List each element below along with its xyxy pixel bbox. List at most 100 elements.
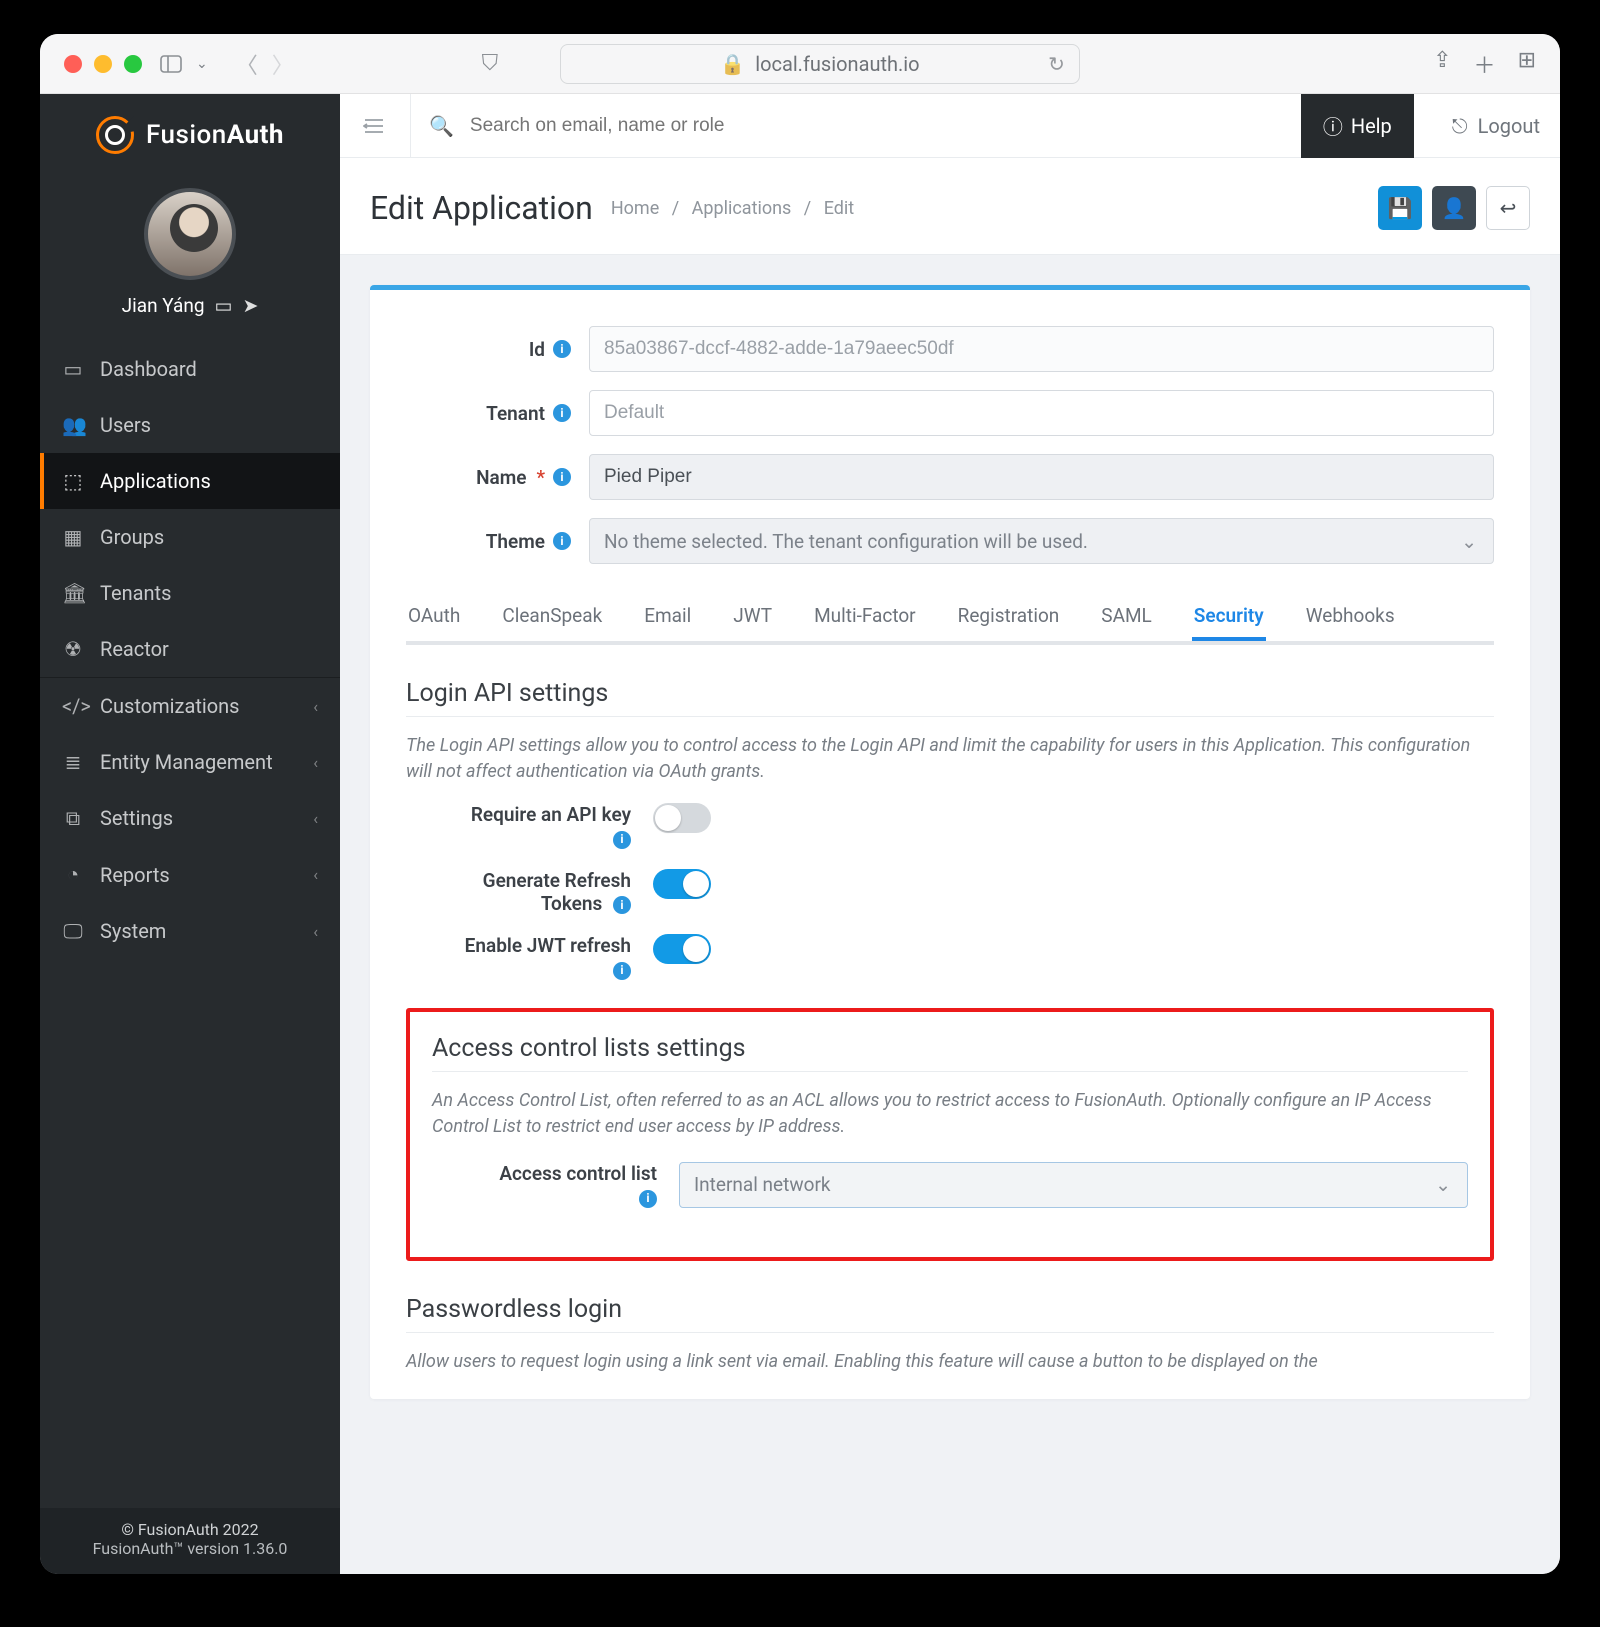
tab-multi-factor[interactable]: Multi-Factor <box>812 590 918 641</box>
toggle-generate-refresh[interactable] <box>653 869 711 899</box>
share-icon[interactable]: ⇪ <box>1433 48 1451 80</box>
acl-select-row: Access control list i Internal network ⌄ <box>432 1162 1468 1210</box>
sidebar-item-label: Tenants <box>100 581 171 605</box>
info-icon[interactable]: i <box>613 962 631 980</box>
field-row-id: Idi <box>406 326 1494 372</box>
info-icon[interactable]: i <box>553 340 571 358</box>
avatar[interactable] <box>144 188 236 280</box>
address-bar[interactable]: 🔒 local.fusionauth.io ↻ <box>560 44 1080 84</box>
sidebar-item-dashboard[interactable]: ▭ Dashboard <box>40 341 340 397</box>
brand[interactable]: FusionAuth <box>40 94 340 176</box>
entity-icon: ≣ <box>62 750 84 774</box>
logout-icon: ⎋ <box>1452 114 1468 138</box>
nav-secondary: </> Customizations ‹ ≣ Entity Management… <box>40 678 340 959</box>
theme-select-value: No theme selected. The tenant configurat… <box>604 530 1088 553</box>
tabs-grid-icon[interactable]: ⊞ <box>1518 48 1536 80</box>
chevron-left-icon: ‹ <box>313 865 318 884</box>
reactor-icon: ☢ <box>62 637 84 661</box>
tabs: OAuth CleanSpeak Email JWT Multi-Factor … <box>406 590 1494 645</box>
toggle-require-api-key[interactable] <box>653 803 711 833</box>
zoom-window-icon[interactable] <box>124 55 142 73</box>
info-icon[interactable]: i <box>613 831 631 849</box>
toggle-enable-jwt-refresh[interactable] <box>653 934 711 964</box>
toggle-row-require-api-key: Require an API key i <box>406 803 1494 851</box>
refresh-icon[interactable]: ↻ <box>1048 52 1065 76</box>
page-header: Edit Application Home / Applications / E… <box>340 158 1560 255</box>
nav-primary: ▭ Dashboard 👥 Users ⬚ Applications ▦ Gro… <box>40 341 340 677</box>
tab-cleanspeak[interactable]: CleanSpeak <box>500 590 604 641</box>
info-icon[interactable]: i <box>553 404 571 422</box>
chevron-left-icon: ‹ <box>313 809 318 828</box>
tab-saml[interactable]: SAML <box>1099 590 1154 641</box>
theme-select[interactable]: No theme selected. The tenant configurat… <box>589 518 1494 564</box>
titlebar-right: ⇪ ＋ ⊞ <box>1433 48 1536 80</box>
lock-icon: 🔒 <box>720 52 745 76</box>
sidebar-item-tenants[interactable]: 🏛 Tenants <box>40 565 340 621</box>
name-input[interactable] <box>589 454 1494 500</box>
nav-forward-icon[interactable]: 〉 <box>272 48 294 80</box>
sidebar: FusionAuth Jian Yáng ▭ ➤ ▭ Dashboard 👥 <box>40 94 340 1574</box>
section-desc: The Login API settings allow you to cont… <box>406 733 1494 785</box>
info-icon[interactable]: i <box>639 1190 657 1208</box>
sidebar-item-reactor[interactable]: ☢ Reactor <box>40 621 340 677</box>
logout-label: Logout <box>1478 114 1540 138</box>
crumb-current: Edit <box>824 198 854 219</box>
acl-select[interactable]: Internal network ⌄ <box>679 1162 1468 1208</box>
shield-icon[interactable]: ⛉ <box>482 51 499 76</box>
info-icon[interactable]: i <box>553 468 571 486</box>
close-window-icon[interactable] <box>64 55 82 73</box>
sidebar-item-applications[interactable]: ⬚ Applications <box>40 453 340 509</box>
tab-email[interactable]: Email <box>642 590 693 641</box>
chevron-down-icon[interactable]: ⌄ <box>196 56 208 72</box>
section-heading: Passwordless login <box>406 1295 1494 1324</box>
sidebar-item-users[interactable]: 👥 Users <box>40 397 340 453</box>
header-actions: 💾 👤 ↩ <box>1378 186 1530 230</box>
search-input[interactable] <box>468 114 948 138</box>
sidebar-item-customizations[interactable]: </> Customizations ‹ <box>40 678 340 734</box>
reply-icon: ↩ <box>1500 196 1517 220</box>
sidebar-item-label: Dashboard <box>100 357 197 381</box>
toggle-label: Enable JWT refresh i <box>406 934 631 982</box>
code-icon: </> <box>62 694 84 718</box>
tab-jwt[interactable]: JWT <box>731 590 774 641</box>
sidebar-item-label: Applications <box>100 469 211 493</box>
back-button[interactable]: ↩ <box>1486 186 1530 230</box>
toggle-row-generate-refresh: Generate Refresh Tokens i <box>406 869 1494 917</box>
sidebar-item-settings[interactable]: ⧉ Settings ‹ <box>40 790 340 846</box>
manage-user-button[interactable]: 👤 <box>1432 186 1476 230</box>
crumb-home[interactable]: Home <box>611 198 659 219</box>
info-icon[interactable]: i <box>613 896 631 914</box>
sidebar-item-label: Reports <box>100 863 170 887</box>
logout-button[interactable]: ⎋ Logout <box>1452 114 1540 138</box>
sidebar-item-reports[interactable]: ◔ Reports ‹ <box>40 846 340 903</box>
tab-oauth[interactable]: OAuth <box>406 590 462 641</box>
section-heading: Access control lists settings <box>432 1034 1468 1063</box>
content: Idi Tenanti Name*i <box>340 255 1560 1574</box>
users-icon: 👥 <box>62 413 84 437</box>
nav-back-icon[interactable]: 〈 <box>236 48 258 80</box>
help-button[interactable]: ⓘ Help <box>1301 94 1414 158</box>
main: 🔍 ⓘ Help ⎋ Logout Edit Application Home … <box>340 94 1560 1574</box>
id-card-icon[interactable]: ▭ <box>215 294 233 317</box>
field-row-tenant: Tenanti <box>406 390 1494 436</box>
new-tab-icon[interactable]: ＋ <box>1474 48 1496 80</box>
monitor-icon: 🖵 <box>62 919 84 943</box>
sidebar-item-entity-management[interactable]: ≣ Entity Management ‹ <box>40 734 340 790</box>
section-login-api: Login API settings The Login API setting… <box>406 679 1494 982</box>
info-icon[interactable]: i <box>553 532 571 550</box>
profile-name: Jian Yáng ▭ ➤ <box>122 294 259 317</box>
save-button[interactable]: 💾 <box>1378 186 1422 230</box>
sidebar-item-groups[interactable]: ▦ Groups <box>40 509 340 565</box>
sidebar-toggle-icon[interactable]: ⌄ <box>160 55 208 73</box>
location-arrow-icon[interactable]: ➤ <box>242 294 258 317</box>
sidebar-item-system[interactable]: 🖵 System ‹ <box>40 903 340 959</box>
tab-security[interactable]: Security <box>1192 590 1266 641</box>
section-desc: Allow users to request login using a lin… <box>406 1349 1494 1375</box>
dashboard-icon: ▭ <box>62 357 84 381</box>
minimize-window-icon[interactable] <box>94 55 112 73</box>
crumb-applications[interactable]: Applications <box>692 198 792 219</box>
sidebar-item-label: Entity Management <box>100 750 273 774</box>
sidebar-collapse-button[interactable] <box>356 117 392 135</box>
tab-webhooks[interactable]: Webhooks <box>1304 590 1397 641</box>
tab-registration[interactable]: Registration <box>956 590 1062 641</box>
